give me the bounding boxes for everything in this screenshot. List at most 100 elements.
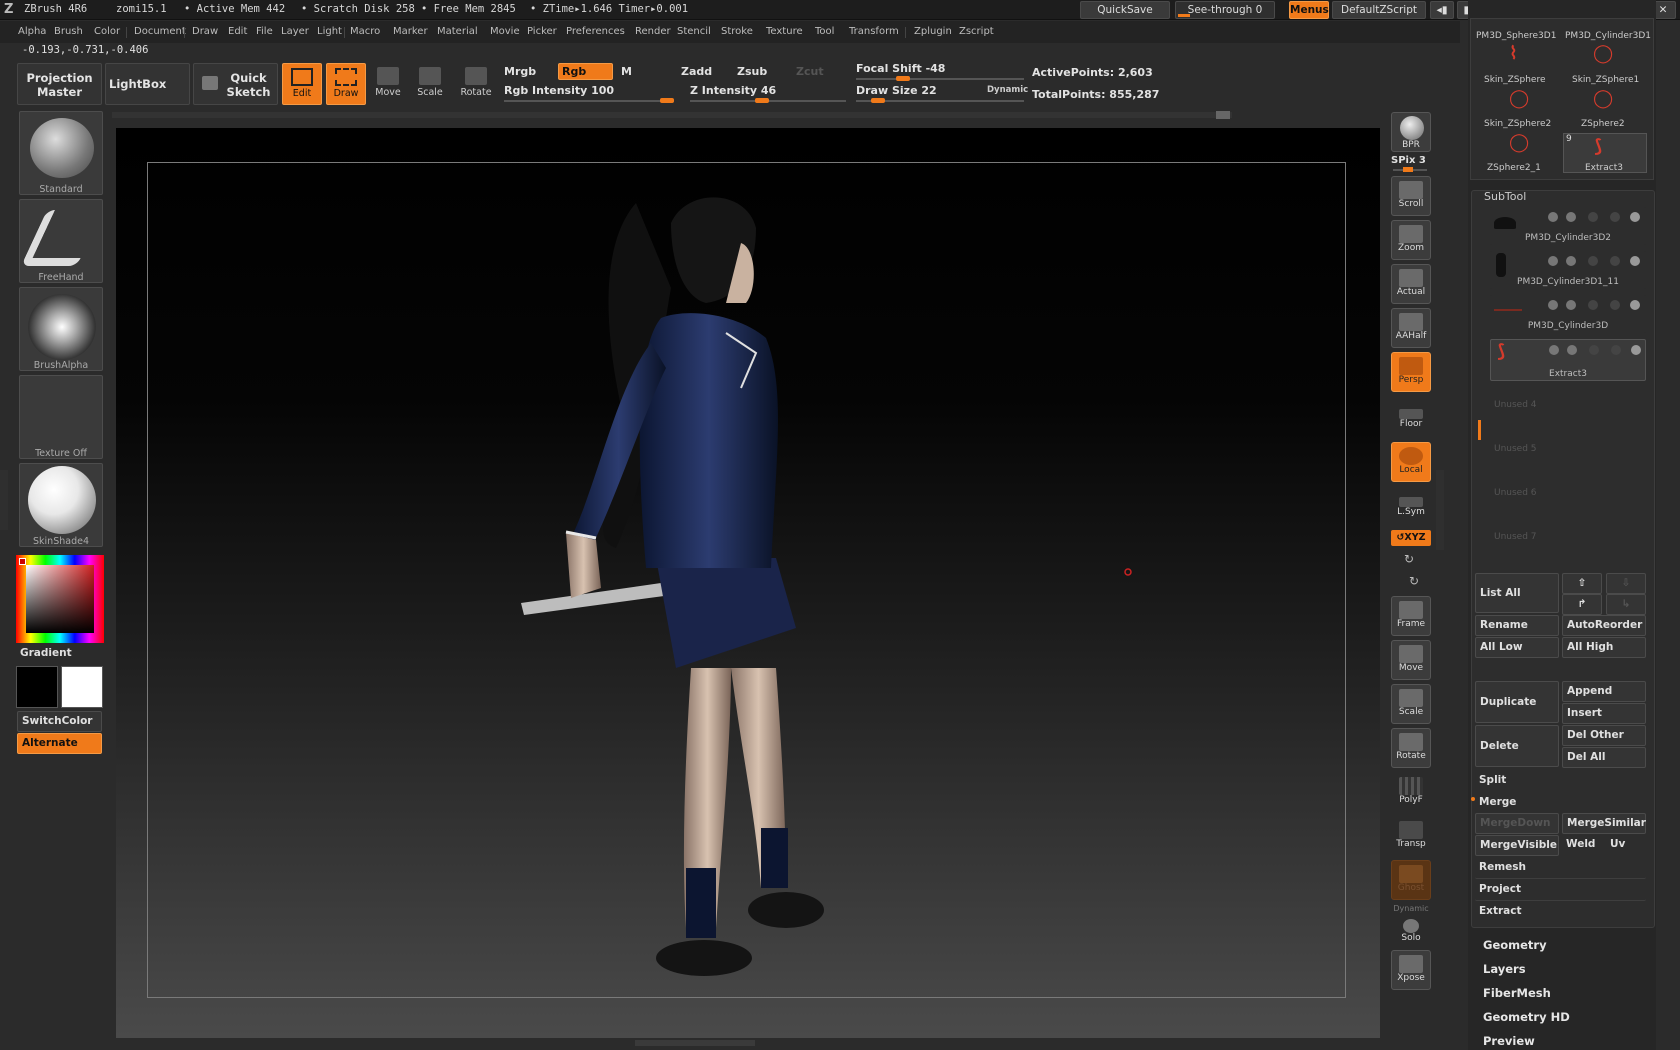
mergesimilar-button[interactable]: MergeSimilar	[1562, 813, 1646, 834]
extract-section[interactable]: Extract	[1475, 902, 1646, 923]
frame-button[interactable]: Frame	[1391, 596, 1431, 636]
local-button[interactable]: Local	[1391, 442, 1431, 482]
subtool-item-selected[interactable]: ⟆ Extract3	[1490, 339, 1646, 381]
menu-texture[interactable]: Texture	[766, 26, 803, 37]
zadd-button[interactable]: Zadd	[681, 65, 712, 78]
focal-shift-slider[interactable]: Focal Shift -48	[856, 62, 1024, 82]
solo-button[interactable]: Solo	[1391, 914, 1431, 948]
material-picker[interactable]: SkinShade4	[19, 463, 103, 547]
menu-zplugin[interactable]: Zplugin	[914, 26, 952, 37]
rotate-y-icon[interactable]: ↻	[1404, 552, 1414, 566]
subtool-scrollbar[interactable]	[1478, 420, 1481, 440]
remesh-section[interactable]: Remesh	[1475, 858, 1646, 879]
del-all-button[interactable]: Del All	[1562, 747, 1646, 768]
subtool-item[interactable]: PM3D_Cylinder3D1_11	[1490, 251, 1646, 289]
brush-picker[interactable]: Standard	[19, 111, 103, 195]
secondary-color-swatch[interactable]	[61, 666, 103, 708]
move-down-icon[interactable]: ↳	[1606, 594, 1646, 615]
draw-size-knob[interactable]	[871, 98, 886, 103]
move-up-icon[interactable]: ↱	[1562, 594, 1602, 615]
tool-name[interactable]: Skin_ZSphere	[1484, 75, 1546, 85]
zcut-button[interactable]: Zcut	[796, 65, 824, 78]
tool-name[interactable]: Skin_ZSphere2	[1484, 119, 1551, 129]
subtool-title[interactable]: SubTool	[1484, 190, 1526, 203]
z-intensity-slider[interactable]: Z Intensity 46	[690, 84, 846, 104]
menu-zscript[interactable]: Zscript	[959, 26, 994, 37]
focal-shift-knob[interactable]	[896, 76, 911, 81]
subtool-toggles[interactable]	[1548, 211, 1642, 223]
rename-button[interactable]: Rename	[1475, 615, 1559, 636]
ghost-button[interactable]: Ghost	[1391, 860, 1431, 900]
xpose-button[interactable]: Xpose	[1391, 950, 1431, 990]
arrow-down-icon[interactable]: ⇩	[1606, 573, 1646, 594]
subtool-item[interactable]: PM3D_Cylinder3D	[1490, 295, 1646, 333]
dynamic-toggle[interactable]: Dynamic	[987, 85, 1028, 95]
preview-section[interactable]: Preview	[1483, 1034, 1535, 1048]
all-high-button[interactable]: All High	[1562, 637, 1646, 658]
zsphere2-icon[interactable]: ◯	[1593, 88, 1613, 109]
all-low-button[interactable]: All Low	[1475, 637, 1559, 658]
fibermesh-section[interactable]: FiberMesh	[1483, 986, 1551, 1000]
append-button[interactable]: Append	[1562, 681, 1646, 702]
tool-name[interactable]: ZSphere2	[1581, 119, 1625, 129]
merge-section[interactable]: Merge	[1479, 796, 1516, 808]
floor-button[interactable]: Floor	[1391, 398, 1431, 438]
top-scrollbar-thumb[interactable]	[1216, 111, 1230, 119]
menu-tool[interactable]: Tool	[815, 26, 834, 37]
tool-name[interactable]: PM3D_Cylinder3D1	[1565, 31, 1651, 41]
subtool-toggles[interactable]	[1549, 344, 1643, 356]
menu-file[interactable]: File	[256, 26, 273, 37]
zsphere2-1-icon[interactable]: ◯	[1509, 132, 1529, 153]
collapse-left-icon[interactable]: ◂▮	[1430, 1, 1454, 19]
menu-brush[interactable]: Brush	[54, 26, 83, 37]
color-picker[interactable]	[16, 555, 104, 643]
layers-section[interactable]: Layers	[1483, 962, 1526, 976]
menu-stencil[interactable]: Stencil	[677, 26, 711, 37]
zsub-button[interactable]: Zsub	[737, 65, 767, 78]
model-render[interactable]	[116, 128, 1380, 1038]
rgb-button[interactable]: Rgb	[558, 63, 613, 80]
quicksave-button[interactable]: QuickSave	[1080, 1, 1170, 19]
menu-draw[interactable]: Draw	[192, 26, 218, 37]
edit-button[interactable]: Edit	[282, 63, 322, 105]
aahalf-button[interactable]: AAHalf	[1391, 308, 1431, 348]
see-through-slider[interactable]: See-through 0	[1175, 1, 1275, 19]
move-view-button[interactable]: Move	[1391, 640, 1431, 680]
weld-button[interactable]: Weld	[1562, 835, 1604, 856]
default-zscript-button[interactable]: DefaultZScript	[1332, 1, 1426, 19]
mergedown-button[interactable]: MergeDown	[1475, 813, 1559, 834]
menu-preferences[interactable]: Preferences	[566, 26, 625, 37]
mergevisible-button[interactable]: MergeVisible	[1475, 835, 1559, 856]
skin-zsphere1-icon[interactable]: ◯	[1593, 43, 1613, 64]
scale-view-button[interactable]: Scale	[1391, 684, 1431, 724]
menu-render[interactable]: Render	[635, 26, 671, 37]
skin-zsphere-icon[interactable]: ⌇	[1509, 43, 1518, 64]
primary-color-swatch[interactable]	[16, 666, 58, 708]
m-button[interactable]: M	[621, 65, 632, 78]
color-saturation-square[interactable]	[26, 565, 94, 633]
rgb-intensity-knob[interactable]	[660, 98, 674, 103]
move-button[interactable]: Move	[368, 63, 408, 105]
top-scrollbar[interactable]	[112, 112, 1232, 118]
zoom-button[interactable]: Zoom	[1391, 220, 1431, 260]
tool-name[interactable]: Skin_ZSphere1	[1572, 75, 1639, 85]
scroll-button[interactable]: Scroll	[1391, 176, 1431, 216]
projection-master-button[interactable]: Projection Master	[17, 63, 102, 105]
del-other-button[interactable]: Del Other	[1562, 725, 1646, 746]
switchcolor-button[interactable]: SwitchColor	[17, 711, 102, 732]
color-marker[interactable]	[19, 558, 26, 565]
lightbox-button[interactable]: LightBox	[105, 63, 190, 105]
menu-macro[interactable]: Macro	[350, 26, 380, 37]
geometry-hd-section[interactable]: Geometry HD	[1483, 1010, 1570, 1024]
menu-alpha[interactable]: Alpha	[18, 26, 46, 37]
arrow-up-icon[interactable]: ⇧	[1562, 573, 1602, 594]
skin-zsphere2-icon[interactable]: ◯	[1509, 88, 1529, 109]
draw-size-slider[interactable]: Draw Size 22 Dynamic	[856, 84, 1028, 104]
z-intensity-knob[interactable]	[755, 98, 770, 103]
scale-button[interactable]: Scale	[410, 63, 450, 105]
right-tray-handle[interactable]	[1436, 470, 1444, 550]
stroke-picker[interactable]: FreeHand	[19, 199, 104, 283]
tool-name[interactable]: ZSphere2_1	[1487, 163, 1541, 173]
polyf-button[interactable]: PolyF	[1391, 772, 1431, 812]
subtool-item[interactable]: PM3D_Cylinder3D2	[1490, 207, 1646, 245]
